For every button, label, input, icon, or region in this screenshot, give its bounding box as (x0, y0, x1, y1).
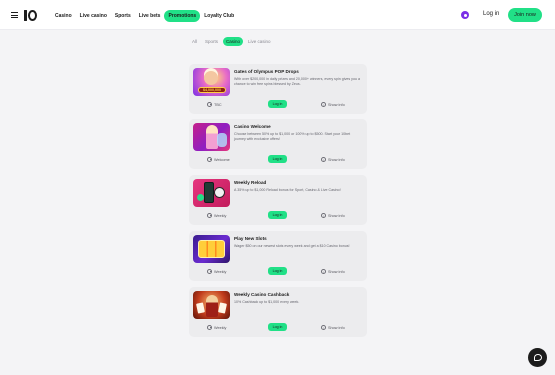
promo-filters: All Sports Casino Live casino (189, 37, 274, 46)
promo-image[interactable] (193, 235, 230, 263)
clock-icon (207, 102, 212, 107)
info-icon: i (321, 213, 326, 218)
top-header: Casino Live casino Sports Live bets Prom… (0, 0, 555, 30)
filter-all[interactable]: All (189, 37, 200, 46)
promo-description: With over $200,000 in daily prizes and 2… (234, 77, 360, 86)
promo-login-button[interactable]: Log in (268, 211, 287, 219)
promo-image[interactable] (193, 179, 230, 207)
promo-description: 10% Cashback up to $1,000 every week. (234, 300, 300, 304)
promo-login-button[interactable]: Log in (268, 267, 287, 275)
nav-sports[interactable]: Sports (111, 10, 135, 22)
promo-login-button[interactable]: Log in (268, 155, 287, 163)
info-icon: i (321, 325, 326, 330)
promo-title: Weekly Reload (234, 180, 267, 185)
promo-title: Casino Welcome (234, 124, 271, 129)
clock-icon (207, 325, 212, 330)
login-link[interactable]: Log in (483, 11, 499, 17)
menu-icon[interactable] (11, 12, 18, 18)
promo-card: Weekly Reload A 35% up to $1,000 Reload … (189, 175, 367, 225)
playing-card-graphic (218, 302, 227, 314)
promo-card: Casino Welcome Choose between 50% up to … (189, 119, 367, 169)
promo-login-button[interactable]: Log in (268, 323, 287, 331)
user-icon[interactable] (461, 11, 469, 19)
clock-icon (207, 213, 212, 218)
promo-card: Play New Slots Wager $50 on our newest s… (189, 231, 367, 281)
show-info-toggle[interactable]: i Show info (321, 157, 345, 162)
promo-frequency: TBC (214, 102, 222, 107)
side-figure (217, 133, 227, 147)
show-info-toggle[interactable]: i Show info (321, 102, 345, 107)
nav-casino[interactable]: Casino (51, 10, 76, 22)
info-icon: i (321, 269, 326, 274)
promo-description: A 35% up to $1,000 Reload bonus for Spor… (234, 188, 341, 192)
chat-icon[interactable] (528, 348, 547, 367)
promo-title: Gates of Olympus POP Drops (234, 69, 299, 74)
promo-title: Play New Slots (234, 236, 267, 241)
join-now-button[interactable]: Join now (508, 8, 542, 22)
playing-card-graphic (196, 302, 205, 314)
promo-meta: Weekly (207, 325, 226, 330)
promo-frequency: Weekly (214, 269, 227, 274)
info-icon: i (321, 102, 326, 107)
show-info-label: Show info (328, 102, 345, 107)
nav-promotions[interactable]: Promotions (164, 10, 201, 22)
slot-reel-graphic (198, 240, 225, 258)
nav-live-bets[interactable]: Live bets (135, 10, 165, 22)
show-info-label: Show info (328, 157, 345, 162)
promo-meta: Weekly (207, 269, 226, 274)
show-info-label: Show info (328, 325, 345, 330)
promo-description: Choose between 50% up to $1,000 or 100% … (234, 132, 351, 141)
show-info-label: Show info (328, 213, 345, 218)
football-graphic (214, 187, 225, 198)
promo-meta: Welcome (207, 157, 230, 162)
promo-frequency: Weekly (214, 213, 227, 218)
promo-image[interactable] (193, 291, 230, 319)
phone-graphic (204, 182, 214, 203)
brand-logo[interactable] (24, 9, 37, 21)
chip-graphic (197, 194, 204, 201)
show-info-toggle[interactable]: i Show info (321, 325, 345, 330)
prize-badge: $4,000,000 (198, 87, 226, 93)
nav-live-casino[interactable]: Live casino (76, 10, 111, 22)
info-icon: i (321, 157, 326, 162)
promo-frequency: Weekly (214, 325, 227, 330)
promo-title: Weekly Casino Cashback (234, 292, 290, 297)
zeus-figure (204, 71, 218, 85)
promo-image[interactable] (193, 123, 230, 151)
clock-icon (207, 157, 212, 162)
clock-icon (207, 269, 212, 274)
promo-card: Weekly Casino Cashback 10% Cashback up t… (189, 287, 367, 337)
promo-card: $4,000,000 Gates of Olympus POP Drops Wi… (189, 64, 367, 114)
promo-description: Wager $50 on our newest slots every week… (234, 244, 350, 248)
filter-sports[interactable]: Sports (202, 37, 221, 46)
show-info-toggle[interactable]: i Show info (321, 269, 345, 274)
promo-login-button[interactable]: Log in (268, 100, 287, 108)
promo-meta: TBC (207, 102, 222, 107)
show-info-label: Show info (328, 269, 345, 274)
promo-image[interactable]: $4,000,000 (193, 68, 230, 96)
dealer-figure (206, 295, 218, 317)
nav-loyalty-club[interactable]: Loyalty Club (200, 10, 238, 22)
main-nav: Casino Live casino Sports Live bets Prom… (51, 10, 238, 22)
promo-frequency: Welcome (214, 157, 230, 162)
filter-live-casino[interactable]: Live casino (245, 37, 274, 46)
promo-meta: Weekly (207, 213, 226, 218)
filter-casino[interactable]: Casino (223, 37, 244, 46)
show-info-toggle[interactable]: i Show info (321, 213, 345, 218)
